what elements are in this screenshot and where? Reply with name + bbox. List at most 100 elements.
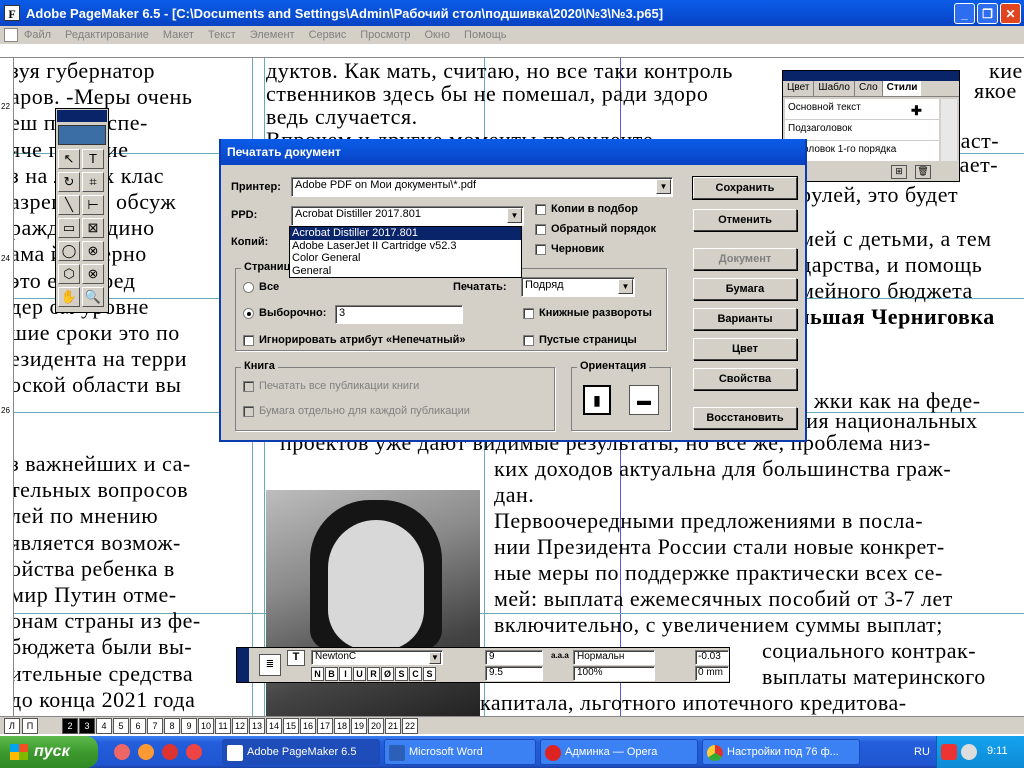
- landscape-orientation-icon[interactable]: ▬: [629, 385, 659, 415]
- left-master-tab[interactable]: Л: [4, 718, 20, 734]
- range-input[interactable]: 3: [335, 305, 463, 324]
- chevron-down-icon[interactable]: ▼: [429, 652, 441, 664]
- dialog-title[interactable]: Печатать документ: [221, 139, 805, 165]
- font-select[interactable]: NewtonC ▼: [311, 650, 443, 665]
- firefox-icon[interactable]: [138, 744, 154, 760]
- type-style-button[interactable]: I: [339, 667, 352, 681]
- color-button[interactable]: Цвет: [693, 338, 797, 360]
- tab-styles[interactable]: Стили: [882, 81, 922, 96]
- taskbar-item-word[interactable]: Microsoft Word: [384, 739, 536, 765]
- baseline-shift-input[interactable]: 0 mm: [695, 666, 729, 681]
- page-tab[interactable]: 7: [147, 718, 163, 734]
- type-style-button[interactable]: B: [325, 667, 338, 681]
- styles-scrollbar[interactable]: [941, 99, 957, 161]
- page-tab[interactable]: 16: [300, 718, 316, 734]
- page-tab[interactable]: 8: [164, 718, 180, 734]
- options-button[interactable]: Варианты: [693, 308, 797, 330]
- control-palette-titlebar[interactable]: [237, 648, 249, 682]
- document-icon[interactable]: [4, 28, 18, 42]
- book-paper-checkbox[interactable]: [243, 406, 254, 417]
- page-tab[interactable]: 11: [215, 718, 231, 734]
- page-tab[interactable]: 5: [113, 718, 129, 734]
- spreads-checkbox[interactable]: [523, 308, 534, 319]
- type-style-button[interactable]: S: [395, 667, 408, 681]
- page-tab[interactable]: 18: [334, 718, 350, 734]
- type-style-button[interactable]: U: [353, 667, 366, 681]
- menu-help[interactable]: Помощь: [464, 29, 507, 41]
- close-button[interactable]: ✕: [1000, 3, 1021, 24]
- proof-checkbox[interactable]: [535, 244, 546, 255]
- tracking-select[interactable]: 100%: [573, 666, 655, 681]
- page-tab[interactable]: 10: [198, 718, 214, 734]
- opera-icon[interactable]: [162, 744, 178, 760]
- quicklaunch-icon[interactable]: [186, 744, 202, 760]
- chevron-down-icon[interactable]: ▼: [656, 179, 671, 194]
- tray-app-icon[interactable]: [961, 744, 977, 760]
- type-style-button[interactable]: C: [409, 667, 422, 681]
- ellipse-tool-icon[interactable]: ◯: [58, 241, 80, 261]
- printer-select[interactable]: Adobe PDF on Мои документы\*.pdf ▼: [291, 177, 673, 197]
- type-style-button[interactable]: R: [367, 667, 380, 681]
- start-button[interactable]: пуск: [0, 736, 98, 768]
- reverse-order-checkbox[interactable]: [535, 224, 546, 235]
- rectangle-frame-tool-icon[interactable]: ⊠: [82, 218, 104, 238]
- page-tab[interactable]: 22: [402, 718, 418, 734]
- set-width-select[interactable]: Нормальн: [573, 650, 655, 665]
- ignore-nonprinting-checkbox[interactable]: [243, 335, 254, 346]
- book-all-checkbox[interactable]: [243, 381, 254, 392]
- hand-tool-icon[interactable]: ✋: [58, 287, 80, 307]
- ppd-option[interactable]: Color General: [290, 252, 521, 265]
- polygon-frame-tool-icon[interactable]: ⊗: [82, 264, 104, 284]
- tray-app-icon[interactable]: [941, 744, 957, 760]
- ppd-option[interactable]: General: [290, 265, 521, 278]
- page-tab[interactable]: 15: [283, 718, 299, 734]
- ellipse-frame-tool-icon[interactable]: ⊗: [82, 241, 104, 261]
- pagemaker-app-icon[interactable]: F: [4, 5, 20, 21]
- type-style-button[interactable]: S: [423, 667, 436, 681]
- character-view-icon[interactable]: T: [287, 650, 305, 666]
- taskbar-item-chrome[interactable]: Настройки под 76 ф...: [702, 739, 860, 765]
- zoom-tool-icon[interactable]: 🔍: [82, 287, 104, 307]
- right-master-tab[interactable]: П: [22, 718, 38, 734]
- ppd-option[interactable]: Adobe LaserJet II Cartridge v52.3: [290, 240, 521, 253]
- page-tab[interactable]: 13: [249, 718, 265, 734]
- page-tab[interactable]: 3: [79, 718, 95, 734]
- menu-layout[interactable]: Макет: [163, 29, 194, 41]
- line-tool-icon[interactable]: ╲: [58, 195, 80, 215]
- chevron-down-icon[interactable]: ▼: [507, 208, 522, 223]
- menu-edit[interactable]: Редактирование: [65, 29, 149, 41]
- document-button[interactable]: Документ: [693, 248, 797, 270]
- rotate-tool-icon[interactable]: ↻: [58, 172, 80, 192]
- style-item[interactable]: Подзаголовок: [785, 120, 939, 141]
- paper-button[interactable]: Бумага: [693, 278, 797, 300]
- plus-icon[interactable]: ✚: [911, 103, 922, 119]
- tab-layers[interactable]: Сло: [855, 81, 883, 96]
- rectangle-tool-icon[interactable]: ▭: [58, 218, 80, 238]
- page-tab[interactable]: 2: [62, 718, 78, 734]
- type-style-button[interactable]: N: [311, 667, 324, 681]
- menu-element[interactable]: Элемент: [250, 29, 295, 41]
- page-tab[interactable]: 21: [385, 718, 401, 734]
- styles-palette-titlebar[interactable]: [783, 71, 959, 81]
- menu-utilities[interactable]: Сервис: [309, 29, 347, 41]
- page-tab[interactable]: 17: [317, 718, 333, 734]
- leading-input[interactable]: 9.5: [485, 666, 543, 681]
- page-tab[interactable]: 19: [351, 718, 367, 734]
- page-tab[interactable]: 20: [368, 718, 384, 734]
- page-tab[interactable]: 4: [96, 718, 112, 734]
- trash-icon[interactable]: 🗑: [915, 165, 931, 179]
- range-radio[interactable]: [243, 308, 254, 319]
- font-size-input[interactable]: 9: [485, 650, 543, 665]
- paragraph-view-icon[interactable]: ≣: [259, 654, 281, 676]
- menu-file[interactable]: Файл: [24, 29, 51, 41]
- taskbar-item-pagemaker[interactable]: Adobe PageMaker 6.5: [222, 739, 380, 765]
- type-style-button[interactable]: Ø: [381, 667, 394, 681]
- menu-view[interactable]: Просмотр: [360, 29, 410, 41]
- print-select[interactable]: Подряд ▼: [521, 277, 635, 297]
- minimize-button[interactable]: _: [954, 3, 975, 24]
- horizontal-ruler[interactable]: [0, 44, 1024, 58]
- tab-masters[interactable]: Шабло: [814, 81, 855, 96]
- text-tool-icon[interactable]: T: [82, 149, 104, 169]
- tab-colors[interactable]: Цвет: [783, 81, 815, 96]
- taskbar-item-opera[interactable]: Админка — Opera: [540, 739, 698, 765]
